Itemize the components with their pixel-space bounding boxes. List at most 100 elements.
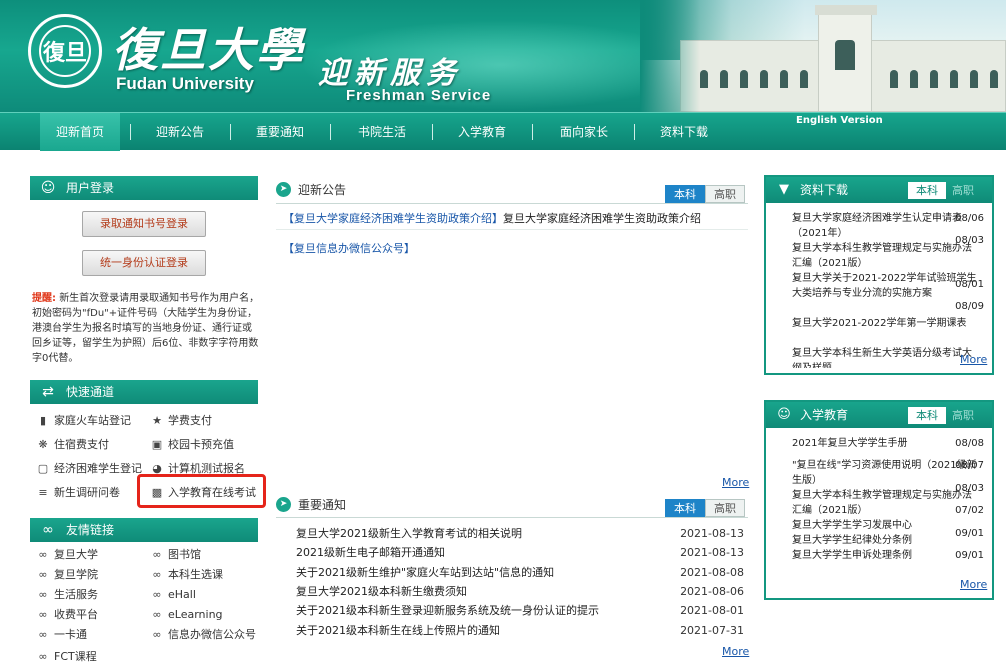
campus-building-image xyxy=(640,0,1006,112)
notice-title[interactable]: 复旦大学2021级本科新生缴费须知 xyxy=(296,583,467,601)
building-window xyxy=(800,70,808,88)
download-date: 08/06 xyxy=(955,213,984,224)
tab-undergrad[interactable]: 本科 xyxy=(908,407,946,424)
building-fade xyxy=(640,0,700,112)
friend-link-elearning[interactable]: ∞ eLearning xyxy=(150,608,222,622)
friend-link-label: 生活服务 xyxy=(54,588,98,601)
quick-link-label: 新生调研问卷 xyxy=(54,486,120,499)
nav-parents[interactable]: 面向家长 xyxy=(544,113,624,151)
download-item[interactable]: 复旦大学2021-2022学年第一学期课表 xyxy=(792,316,978,331)
notice-row[interactable]: 关于2021级本科新生在线上传照片的通知 2021-07-31 xyxy=(296,622,744,640)
arrow-right-icon: ➤ xyxy=(276,497,291,512)
nav-separator xyxy=(432,124,433,140)
notice-title[interactable]: 关于2021级本科新生在线上传照片的通知 xyxy=(296,622,500,640)
logo-english[interactable]: Fudan University xyxy=(116,74,254,94)
quick-link-housing-fee[interactable]: ❋ 住宿费支付 xyxy=(36,438,109,452)
education-date: 07/02 xyxy=(955,505,984,516)
user-icon: ☺ xyxy=(777,407,791,422)
link-icon: ∞ xyxy=(152,588,162,601)
friend-link-library[interactable]: ∞ 图书馆 xyxy=(150,548,201,562)
announce-more-link[interactable]: More xyxy=(722,476,749,489)
notice-title[interactable]: 关于2021级新生维护"家庭火车站到达站"信息的通知 xyxy=(296,564,554,582)
site-title-chinese: 迎新服务 xyxy=(318,56,462,91)
education-date: 08/08 xyxy=(955,438,984,449)
tab-vocational[interactable]: 高职 xyxy=(948,182,978,199)
notice-date: 2021-08-01 xyxy=(680,604,744,617)
announce-item-link[interactable]: 【复旦大学家庭经济困难学生资助政策介绍】复旦大学家庭经济困难学生资助政策介绍 xyxy=(283,210,701,226)
nav-downloads[interactable]: 资料下载 xyxy=(644,113,724,151)
friend-link-label: 复旦大学 xyxy=(54,548,98,561)
quick-link-tuition[interactable]: ★ 学费支付 xyxy=(150,414,212,428)
quick-link-survey[interactable]: ≡ 新生调研问卷 xyxy=(36,486,120,500)
tab-undergrad[interactable]: 本科 xyxy=(665,185,705,203)
tab-vocational[interactable]: 高职 xyxy=(948,407,978,424)
login-header: ☺ 用户登录 xyxy=(30,176,258,200)
nav-separator xyxy=(130,124,131,140)
nav-separator xyxy=(532,124,533,140)
window-icon: ▢ xyxy=(37,462,49,475)
header-banner: 復旦 復旦大學 Fudan University 迎新服务 Freshman S… xyxy=(0,0,1006,112)
quick-link-financial-aid[interactable]: ▢ 经济困难学生登记 xyxy=(36,462,142,476)
barbell-icon: ≡ xyxy=(38,486,48,499)
monitor-icon: ▣ xyxy=(151,438,163,451)
building-window xyxy=(930,70,938,88)
nav-separator xyxy=(230,124,231,140)
link-icon: ∞ xyxy=(38,568,48,581)
nav-separator xyxy=(634,124,635,140)
notice-row[interactable]: 复旦大学2021级本科新生缴费须知 2021-08-06 xyxy=(296,583,744,601)
quick-link-campus-card[interactable]: ▣ 校园卡预充值 xyxy=(150,438,234,452)
tab-vocational[interactable]: 高职 xyxy=(705,185,745,203)
downloads-panel: ▼ 资料下载 本科 高职 复旦大学家庭经济困难学生认定申请表（2021年） 08… xyxy=(764,175,994,375)
nav-announcements[interactable]: 迎新公告 xyxy=(140,113,220,151)
announce-item-text[interactable]: 复旦大学家庭经济困难学生资助政策介绍 xyxy=(503,212,701,225)
friend-link-label: 本科生选课 xyxy=(168,568,223,581)
notice-row[interactable]: 关于2021级新生维护"家庭火车站到达站"信息的通知 2021-08-08 xyxy=(296,564,744,582)
notice-row[interactable]: 2021级新生电子邮箱开通通知 2021-08-13 xyxy=(296,544,744,562)
nav-home[interactable]: 迎新首页 xyxy=(40,113,120,151)
announce-item-wechat[interactable]: 【复旦信息办微信公众号】 xyxy=(283,240,415,256)
friend-link-life-services[interactable]: ∞ 生活服务 xyxy=(36,588,98,602)
notice-title[interactable]: 关于2021级本科新生登录迎新服务系统及统一身份认证的提示 xyxy=(296,602,599,620)
nav-college-life[interactable]: 书院生活 xyxy=(342,113,422,151)
friend-link-fudan-college[interactable]: ∞ 复旦学院 xyxy=(36,568,98,582)
friend-link-course-selection[interactable]: ∞ 本科生选课 xyxy=(150,568,223,582)
friend-link-card[interactable]: ∞ 一卡通 xyxy=(36,628,87,642)
notice-row[interactable]: 复旦大学2021级新生入学教育考试的相关说明 2021-08-13 xyxy=(296,525,744,543)
friend-link-payment[interactable]: ∞ 收费平台 xyxy=(36,608,98,622)
announce-item-bracket[interactable]: 【复旦大学家庭经济困难学生资助政策介绍】 xyxy=(283,212,503,225)
notice-title[interactable]: 2021级新生电子邮箱开通通知 xyxy=(296,544,445,562)
tab-undergrad[interactable]: 本科 xyxy=(908,182,946,199)
education-header: ☺ 入学教育 本科 高职 xyxy=(766,402,992,428)
university-seal-icon: 復旦 xyxy=(28,14,102,88)
friend-link-wechat[interactable]: ∞ 信息办微信公众号 xyxy=(150,628,256,642)
education-more-link[interactable]: More xyxy=(960,578,987,591)
download-item[interactable]: 复旦大学本科生新生大学英语分级考试大纲及样题 xyxy=(792,346,978,368)
friend-link-fct[interactable]: ∞ FCT课程 xyxy=(36,650,96,664)
notice-date: 2021-08-06 xyxy=(680,585,744,598)
quick-link-train-station[interactable]: ▮ 家庭火车站登记 xyxy=(36,414,131,428)
nav-notices[interactable]: 重要通知 xyxy=(240,113,320,151)
tab-vocational[interactable]: 高职 xyxy=(705,499,745,517)
download-date: 08/03 xyxy=(955,235,984,246)
download-date: 08/09 xyxy=(955,301,984,312)
friend-link-fudan[interactable]: ∞ 复旦大学 xyxy=(36,548,98,562)
tab-undergrad[interactable]: 本科 xyxy=(665,499,705,517)
id-login-button[interactable]: 统一身份认证登录 xyxy=(82,250,206,276)
nav-orientation[interactable]: 入学教育 xyxy=(442,113,522,151)
building-window xyxy=(760,70,768,88)
admission-login-button[interactable]: 录取通知书号登录 xyxy=(82,211,206,237)
education-panel: ☺ 入学教育 本科 高职 2021年复旦大学学生手册 08/08 "复旦在线"学… xyxy=(764,400,994,600)
downloads-more-link[interactable]: More xyxy=(960,353,987,366)
gear-icon: ❋ xyxy=(38,438,48,451)
building-window xyxy=(780,70,788,88)
notice-title[interactable]: 复旦大学2021级新生入学教育考试的相关说明 xyxy=(296,525,522,543)
english-version-link[interactable]: English Version xyxy=(796,115,883,126)
logo-chinese[interactable]: 復旦大學 xyxy=(112,14,304,80)
notice-row[interactable]: 关于2021级本科新生登录迎新服务系统及统一身份认证的提示 2021-08-01 xyxy=(296,602,744,620)
notices-more-link[interactable]: More xyxy=(722,645,749,658)
friend-link-ehall[interactable]: ∞ eHall xyxy=(150,588,196,602)
friend-links-header: ∞ 友情链接 xyxy=(30,518,258,542)
nav-separator xyxy=(330,124,331,140)
user-icon: ☺ xyxy=(40,180,56,196)
building-window xyxy=(700,70,708,88)
